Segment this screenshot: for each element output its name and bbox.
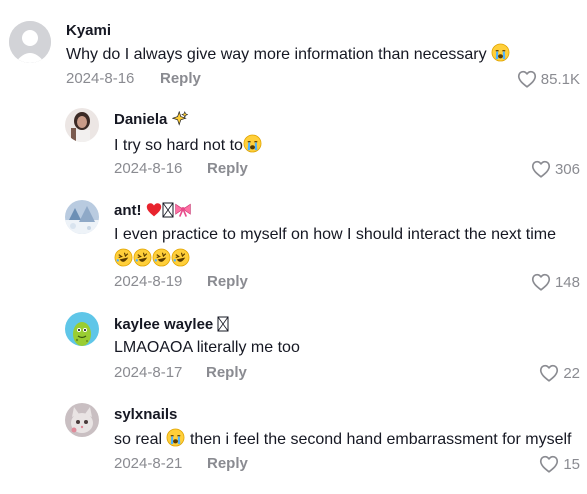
comment-text-after: then i feel the second hand embarrassmen… [189,431,572,448]
heart-icon [538,453,560,475]
like-button[interactable]: 15 [538,453,580,475]
comment-sylxnails: sylxnails so real then i feel the second… [0,0,587,494]
username[interactable]: sylxnails [114,406,177,423]
comment-text: so real then i feel the second hand emba… [114,428,571,450]
avatar[interactable] [65,403,99,437]
comment-text-before: so real [114,431,163,448]
crying-face-icon [166,428,185,447]
reply-button[interactable]: Reply [207,455,248,472]
comment-date: 2024-8-21 [114,455,183,472]
like-count: 15 [563,455,580,473]
cat-avatar-icon [65,403,99,437]
